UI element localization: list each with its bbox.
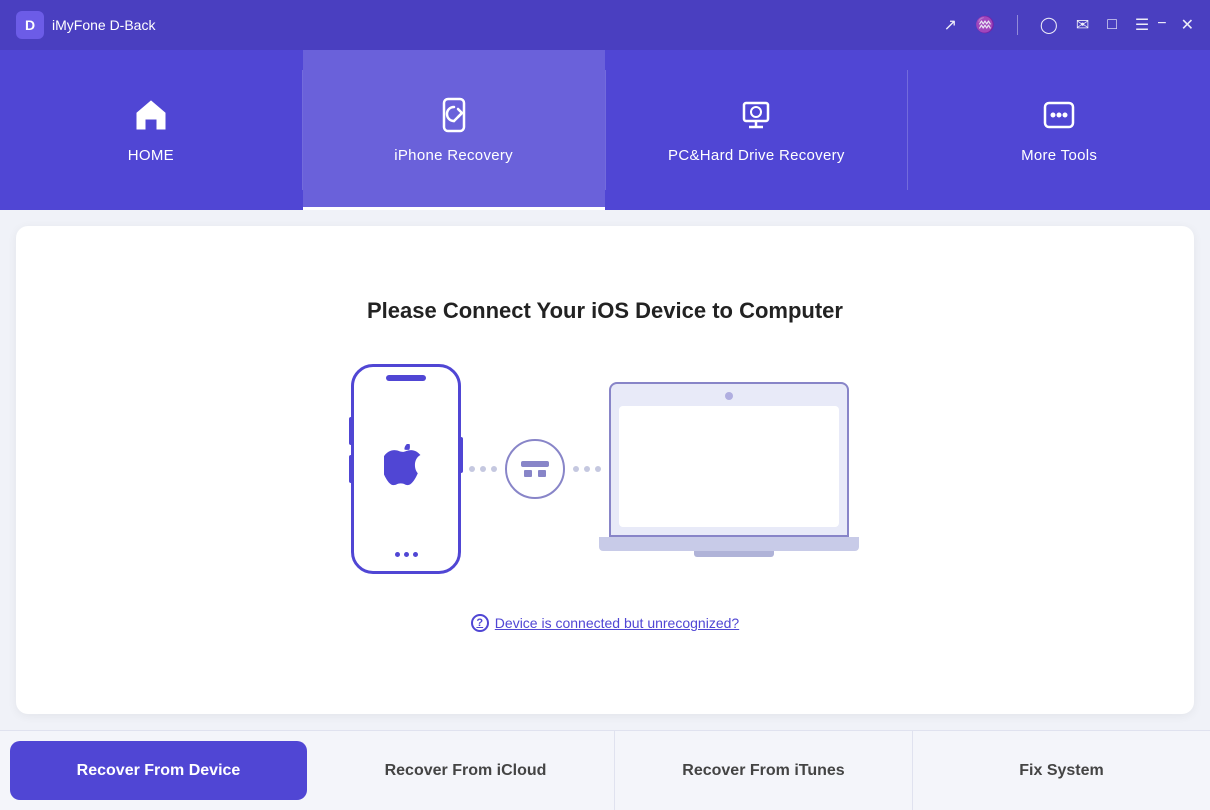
pc-recovery-icon: [734, 93, 778, 137]
menu-icon[interactable]: ☰: [1135, 15, 1149, 35]
laptop-camera: [725, 392, 733, 400]
laptop-base: [599, 537, 859, 551]
iphone-recovery-icon: [432, 93, 476, 137]
app-name: iMyFone D-Back: [52, 17, 944, 33]
laptop-screen-inner: [619, 406, 839, 527]
usb-connector: [505, 439, 565, 499]
tab-recover-itunes[interactable]: Recover From iTunes: [615, 731, 913, 810]
cable-illustration: [461, 439, 609, 499]
tab-fix-system[interactable]: Fix System: [913, 731, 1210, 810]
nav-item-home[interactable]: HOME: [0, 50, 302, 210]
connect-title: Please Connect Your iOS Device to Comput…: [367, 298, 843, 324]
location-icon[interactable]: ◯: [1040, 15, 1058, 35]
nav-label-iphone-recovery: iPhone Recovery: [394, 147, 513, 164]
cable-dots-right: [565, 466, 609, 472]
usb-prong-right: [538, 470, 546, 477]
tab-recover-device-label: Recover From Device: [77, 762, 241, 780]
laptop-screen: [609, 382, 849, 537]
usb-inner: [521, 461, 549, 477]
window-controls: − ✕: [1157, 15, 1194, 35]
nav-item-pc-recovery[interactable]: PC&Hard Drive Recovery: [606, 50, 908, 210]
cable-dots-left: [461, 466, 505, 472]
separator: [1017, 15, 1018, 35]
chat-icon[interactable]: □: [1107, 16, 1117, 34]
usb-top: [521, 461, 549, 467]
tab-recover-device[interactable]: Recover From Device: [10, 741, 307, 800]
share-icon[interactable]: ↗: [944, 15, 957, 35]
usb-prong-left: [524, 470, 532, 477]
title-bar-icons: ↗ ♒ ◯ ✉ □ ☰: [944, 15, 1150, 35]
tab-recover-icloud-label: Recover From iCloud: [385, 762, 547, 780]
home-icon: [129, 93, 173, 137]
usb-prongs: [524, 470, 546, 477]
help-icon: ?: [471, 614, 489, 632]
mail-icon[interactable]: ✉: [1076, 15, 1089, 35]
nav-label-home: HOME: [128, 147, 174, 164]
tab-recover-icloud[interactable]: Recover From iCloud: [317, 731, 615, 810]
phone-illustration: [351, 364, 461, 574]
nav-label-pc-recovery: PC&Hard Drive Recovery: [668, 147, 845, 164]
help-link[interactable]: ? Device is connected but unrecognized?: [471, 614, 739, 632]
phone-side-btn: [349, 417, 353, 445]
help-link-text: Device is connected but unrecognized?: [495, 615, 739, 631]
main-content: Please Connect Your iOS Device to Comput…: [16, 226, 1194, 714]
tab-recover-itunes-label: Recover From iTunes: [682, 762, 844, 780]
nav-item-more-tools[interactable]: More Tools: [908, 50, 1210, 210]
laptop-illustration: [609, 382, 859, 557]
nav-label-more-tools: More Tools: [1021, 147, 1097, 164]
minimize-button[interactable]: −: [1157, 15, 1166, 35]
close-button[interactable]: ✕: [1181, 15, 1194, 35]
phone-notch: [386, 375, 426, 381]
nav-item-iphone-recovery[interactable]: iPhone Recovery: [303, 50, 605, 210]
laptop-stand: [694, 551, 774, 557]
user-icon[interactable]: ♒: [975, 15, 995, 35]
phone-home-dots: [395, 552, 418, 557]
title-bar: D iMyFone D-Back ↗ ♒ ◯ ✉ □ ☰ − ✕: [0, 0, 1210, 50]
tab-fix-system-label: Fix System: [1019, 762, 1103, 780]
phone-body: [351, 364, 461, 574]
apple-logo-icon: [384, 444, 428, 504]
phone-right-btn: [459, 437, 463, 473]
more-tools-icon: [1037, 93, 1081, 137]
bottom-tabs: Recover From Device Recover From iCloud …: [0, 730, 1210, 810]
nav-bar: HOME iPhone Recovery PC&Hard Drive Recov…: [0, 50, 1210, 210]
connection-illustration: [351, 364, 859, 574]
app-logo: D: [16, 11, 44, 39]
phone-side-btn2: [349, 455, 353, 483]
